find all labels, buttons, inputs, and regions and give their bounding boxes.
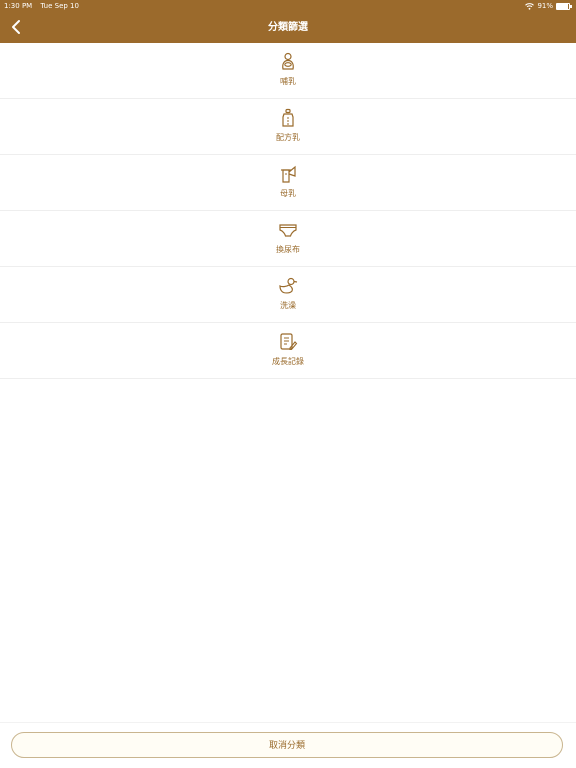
category-item-diaper[interactable]: 換尿布 (0, 211, 576, 267)
status-time: 1:30 PM (4, 2, 33, 10)
cancel-filter-button[interactable]: 取消分類 (11, 732, 563, 758)
battery-percent: 91% (537, 2, 553, 10)
category-list: 哺乳 配方乳 母乳 換尿布 洗澡 成長記錄 (0, 43, 576, 379)
category-label: 洗澡 (280, 301, 296, 310)
category-label: 成長記錄 (272, 357, 304, 366)
growth-record-icon (280, 333, 298, 351)
category-label: 換尿布 (276, 245, 300, 254)
breast-pump-icon (281, 165, 296, 183)
battery-icon (556, 2, 572, 10)
chevron-left-icon[interactable] (8, 18, 26, 36)
footer-divider (0, 722, 576, 723)
status-bar: 1:30 PM Tue Sep 10 91% (0, 0, 576, 12)
category-item-growth[interactable]: 成長記錄 (0, 323, 576, 379)
status-date: Tue Sep 10 (40, 2, 79, 10)
category-item-formula[interactable]: 配方乳 (0, 99, 576, 155)
category-item-bath[interactable]: 洗澡 (0, 267, 576, 323)
category-item-breast-milk[interactable]: 母乳 (0, 155, 576, 211)
diaper-icon (279, 224, 297, 237)
page-title: 分類篩選 (268, 22, 308, 33)
nursing-icon (282, 52, 294, 70)
top-bar: 1:30 PM Tue Sep 10 91% 分類篩選 (0, 0, 576, 43)
category-item-nursing[interactable]: 哺乳 (0, 43, 576, 99)
navigation-bar: 分類篩選 (0, 12, 576, 43)
formula-bottle-icon (282, 108, 294, 127)
category-label: 母乳 (280, 189, 296, 198)
duck-icon (279, 277, 298, 294)
category-label: 哺乳 (280, 77, 296, 86)
wifi-icon (525, 2, 535, 10)
category-label: 配方乳 (276, 133, 300, 142)
